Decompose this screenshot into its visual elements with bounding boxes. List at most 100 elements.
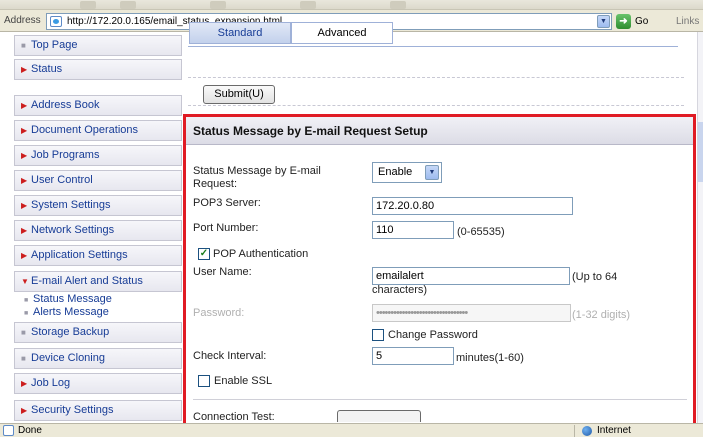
connection-test-button[interactable] bbox=[337, 410, 421, 422]
status-bar: Done Internet bbox=[0, 423, 703, 437]
tab-divider bbox=[188, 46, 678, 47]
sidebar-item-label: Status bbox=[31, 63, 63, 75]
address-label: Address bbox=[4, 15, 41, 26]
tab-standard[interactable]: Standard bbox=[189, 22, 291, 44]
pop3-server-label: POP3 Server: bbox=[193, 197, 261, 209]
sidebar-subitem-label: Alerts Message bbox=[33, 306, 109, 318]
pop-auth-label: POP Authentication bbox=[213, 248, 309, 260]
pop-auth-checkbox[interactable]: ✓ bbox=[198, 248, 210, 260]
sidebar-item-label: System Settings bbox=[31, 199, 111, 211]
sidebar-item-user-control[interactable]: ▶ User Control bbox=[14, 170, 182, 191]
sidebar-item-label: Storage Backup bbox=[31, 326, 110, 338]
divider bbox=[193, 399, 687, 400]
sidebar-item-system-settings[interactable]: ▶ System Settings bbox=[14, 195, 182, 216]
browser-toolbar bbox=[0, 0, 703, 10]
tab-advanced[interactable]: Advanced bbox=[291, 22, 393, 44]
chevron-down-icon[interactable]: ▼ bbox=[597, 15, 610, 28]
go-arrow-icon[interactable]: ➜ bbox=[616, 14, 631, 29]
sidebar-item-email-alert-and-status[interactable]: ▼ E-mail Alert and Status bbox=[14, 271, 182, 292]
sidebar-item-device-cloning[interactable]: ■ Device Cloning bbox=[14, 348, 182, 369]
sidebar-item-status[interactable]: ▶ Status bbox=[14, 59, 182, 80]
sidebar-item-label: Top Page bbox=[31, 39, 78, 51]
port-number-hint: (0-65535) bbox=[457, 226, 505, 238]
arrow-right-icon: ▶ bbox=[21, 201, 28, 210]
change-password-label: Change Password bbox=[388, 329, 478, 341]
sidebar-item-label: Device Cloning bbox=[31, 352, 105, 364]
sidebar-item-label: Security Settings bbox=[31, 404, 114, 416]
sidebar-item-job-log[interactable]: ▶ Job Log bbox=[14, 373, 182, 394]
check-interval-input[interactable]: 5 bbox=[372, 347, 454, 365]
arrow-right-icon: ▶ bbox=[21, 101, 28, 110]
status-message-label: Status Message by E-mail Request: bbox=[193, 165, 321, 190]
check-interval-hint: minutes(1-60) bbox=[456, 352, 524, 364]
port-number-input[interactable]: 110 bbox=[372, 221, 454, 239]
highlighted-settings-panel: Status Message by E-mail Request Setup S… bbox=[183, 114, 696, 426]
sidebar-item-application-settings[interactable]: ▶ Application Settings bbox=[14, 245, 182, 266]
status-message-value[interactable]: Enable bbox=[378, 166, 412, 178]
globe-icon bbox=[582, 426, 592, 436]
sidebar-subitem-status-message[interactable]: ■ Status Message bbox=[14, 293, 182, 307]
square-bullet-icon: ■ bbox=[24, 310, 29, 317]
password-input[interactable]: •••••••••••••••••••••••••••••••• bbox=[372, 304, 571, 322]
port-number-label: Port Number: bbox=[193, 222, 259, 234]
password-hint: (1-32 digits) bbox=[572, 309, 631, 321]
sidebar-subitem-alerts-message[interactable]: ■ Alerts Message bbox=[14, 306, 182, 320]
square-bullet-icon: ■ bbox=[21, 328, 26, 337]
enable-ssl-label: Enable SSL bbox=[214, 375, 273, 387]
vertical-scrollbar[interactable] bbox=[697, 32, 703, 423]
sidebar-item-label: Document Operations bbox=[31, 124, 138, 136]
sidebar-item-label: Network Settings bbox=[31, 224, 115, 236]
sidebar-item-document-operations[interactable]: ▶ Document Operations bbox=[14, 120, 182, 141]
links-button[interactable]: Links bbox=[676, 16, 699, 27]
arrow-down-icon: ▼ bbox=[21, 277, 29, 286]
sidebar-item-label: Job Programs bbox=[31, 149, 100, 161]
change-password-checkbox[interactable] bbox=[372, 329, 384, 341]
arrow-right-icon: ▶ bbox=[21, 126, 28, 135]
sidebar-item-job-programs[interactable]: ▶ Job Programs bbox=[14, 145, 182, 166]
status-divider bbox=[574, 425, 575, 437]
arrow-right-icon: ▶ bbox=[21, 151, 28, 160]
password-label: Password: bbox=[193, 307, 245, 319]
arrow-right-icon: ▶ bbox=[21, 406, 28, 415]
zone-label: Internet bbox=[597, 425, 631, 436]
submit-button[interactable]: Submit(U) bbox=[203, 85, 275, 104]
square-bullet-icon: ■ bbox=[21, 354, 26, 363]
arrow-right-icon: ▶ bbox=[21, 226, 28, 235]
sidebar-item-label: E-mail Alert and Status bbox=[31, 275, 143, 287]
chevron-down-icon[interactable]: ▼ bbox=[425, 165, 439, 180]
submit-area: Submit(U) bbox=[188, 77, 684, 106]
section-title: Status Message by E-mail Request Setup bbox=[186, 117, 693, 145]
connection-test-label: Connection Test: bbox=[193, 411, 275, 423]
sidebar-item-network-settings[interactable]: ▶ Network Settings bbox=[14, 220, 182, 241]
user-name-label: User Name: bbox=[193, 266, 252, 278]
arrow-right-icon: ▶ bbox=[21, 176, 28, 185]
enable-ssl-checkbox[interactable] bbox=[198, 375, 210, 387]
status-text: Done bbox=[18, 425, 42, 436]
toolbar-button[interactable] bbox=[300, 1, 316, 9]
sidebar-item-top-page[interactable]: ■ Top Page bbox=[14, 35, 182, 56]
toolbar-button[interactable] bbox=[80, 1, 96, 9]
sidebar-item-storage-backup[interactable]: ■ Storage Backup bbox=[14, 322, 182, 343]
arrow-right-icon: ▶ bbox=[21, 379, 28, 388]
sidebar-item-address-book[interactable]: ▶ Address Book bbox=[14, 95, 182, 116]
toolbar-button[interactable] bbox=[390, 1, 406, 9]
arrow-right-icon: ▶ bbox=[21, 251, 28, 260]
go-label[interactable]: Go bbox=[635, 16, 648, 27]
status-message-select[interactable]: Enable ▼ bbox=[372, 162, 442, 183]
sidebar-item-label: Address Book bbox=[31, 99, 100, 111]
page-icon bbox=[3, 425, 14, 436]
square-bullet-icon: ■ bbox=[21, 41, 26, 50]
sidebar-item-label: Job Log bbox=[31, 377, 71, 389]
sidebar-item-label: User Control bbox=[31, 174, 93, 186]
sidebar-item-security-settings[interactable]: ▶ Security Settings bbox=[14, 400, 182, 421]
page-icon bbox=[50, 16, 62, 27]
check-interval-label: Check Interval: bbox=[193, 350, 267, 362]
arrow-right-icon: ▶ bbox=[21, 65, 28, 74]
toolbar-button[interactable] bbox=[120, 1, 136, 9]
scrollbar-thumb[interactable] bbox=[698, 122, 703, 182]
toolbar-button[interactable] bbox=[210, 1, 226, 9]
sidebar-item-label: Application Settings bbox=[31, 249, 128, 261]
pop3-server-input[interactable]: 172.20.0.80 bbox=[372, 197, 573, 215]
user-name-hint: (Up to 64 characters) bbox=[372, 271, 618, 296]
sidebar-subitem-label: Status Message bbox=[33, 293, 112, 305]
